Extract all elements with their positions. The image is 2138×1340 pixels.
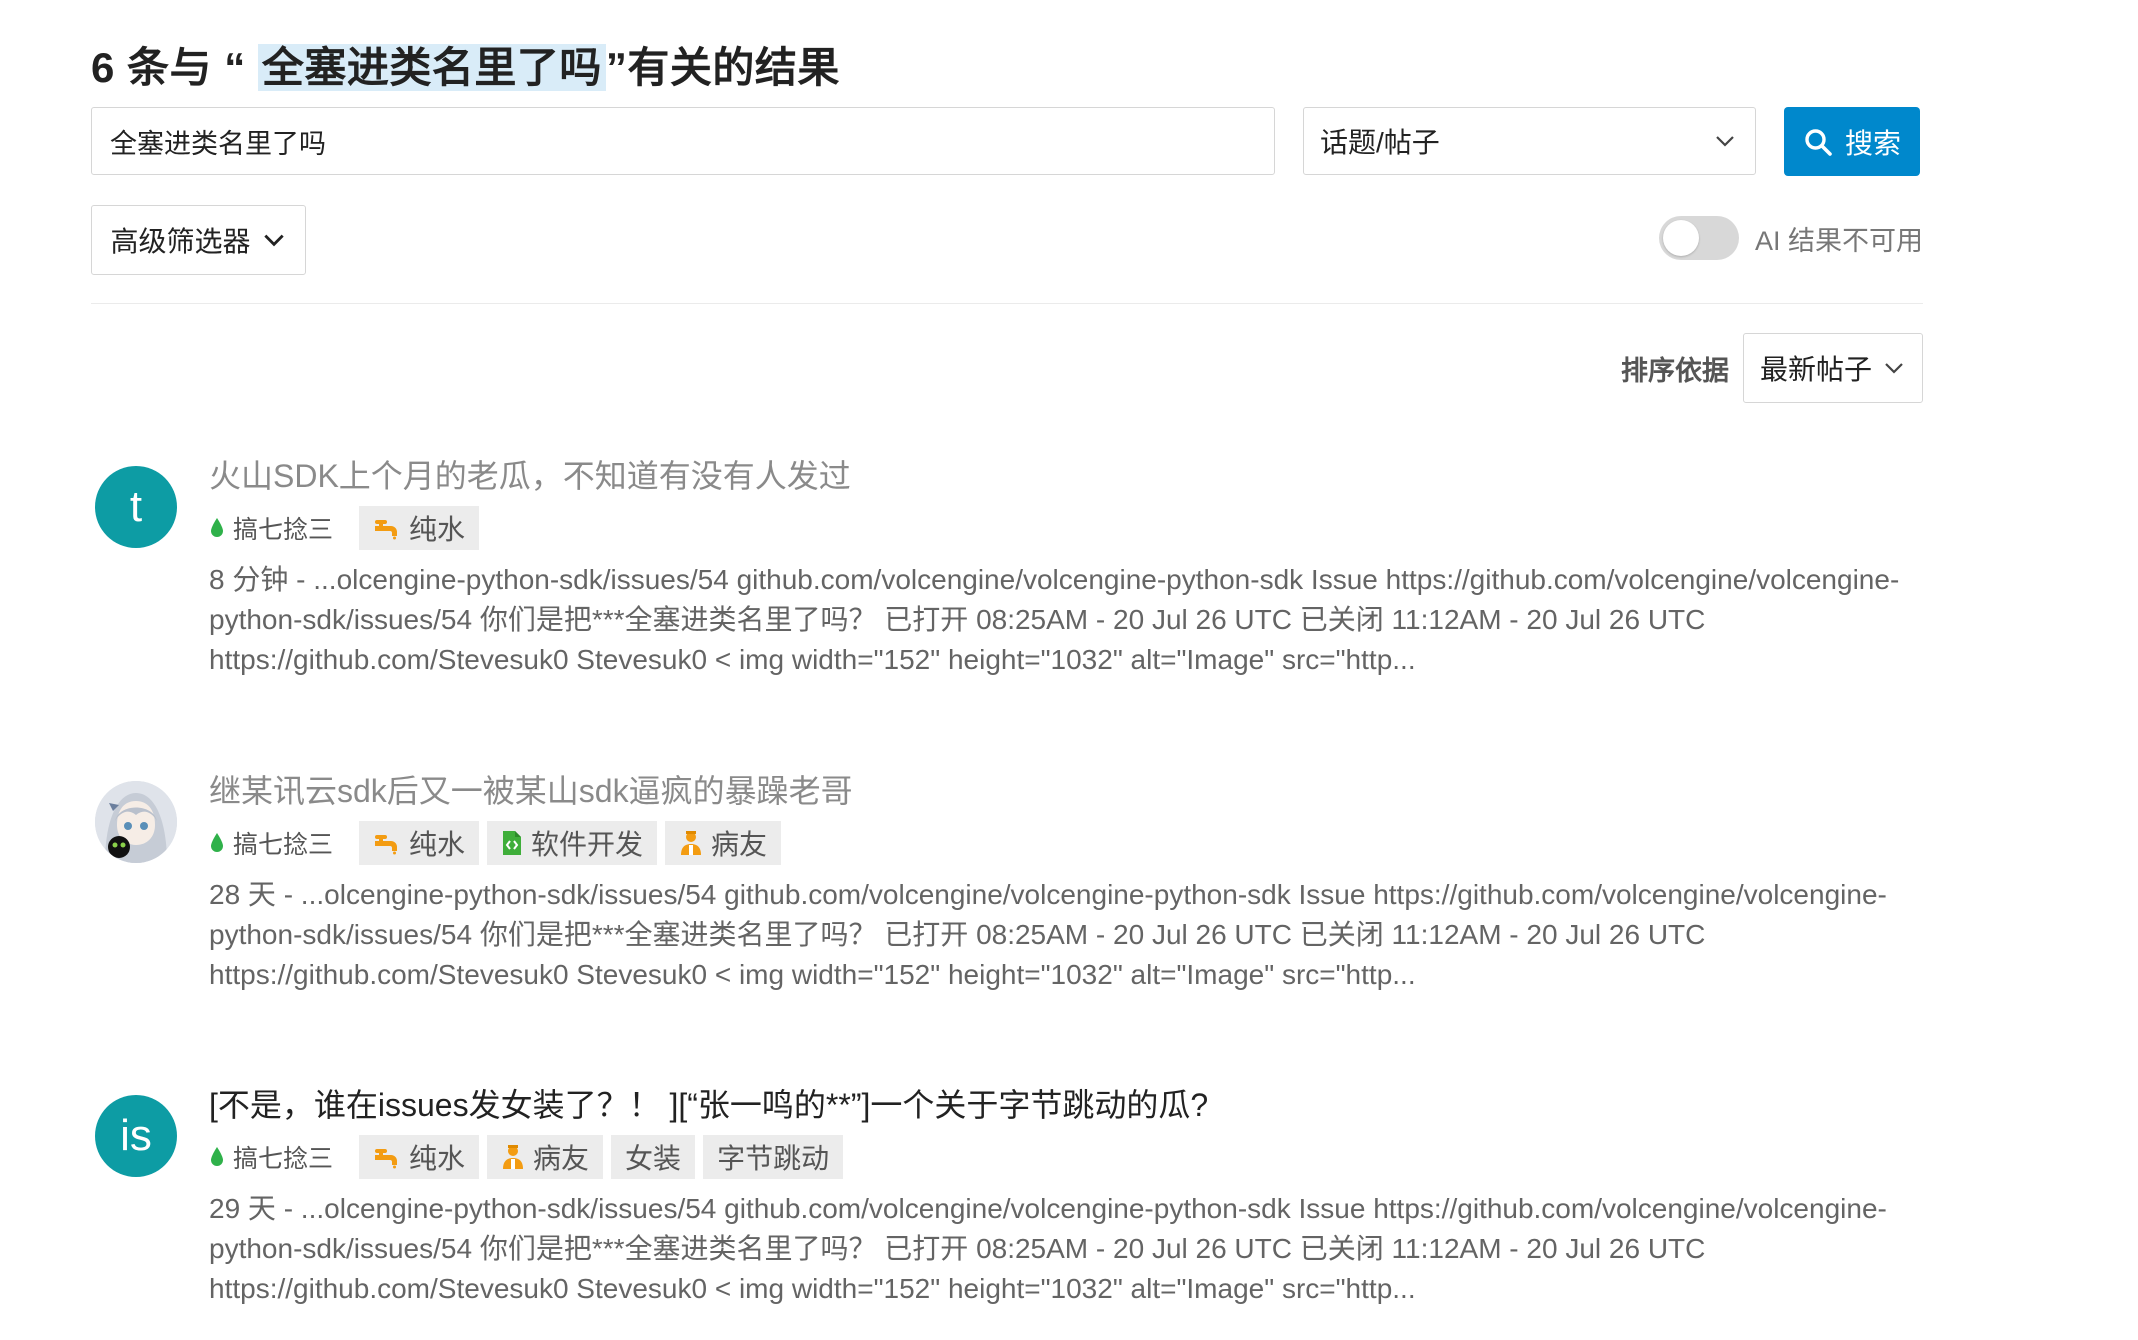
ai-results-label: AI 结果不可用 [1754, 225, 1923, 256]
code-file-icon [503, 831, 522, 855]
result-tags: 搞七捻三 纯水 病友 女装 字节跳动 [209, 1135, 1923, 1179]
result-body: 火山SDK上个月的老瓜，不知道有没有人发过 搞七捻三 纯水 8 分钟 - ...… [209, 456, 1923, 680]
search-button-label: 搜索 [1844, 127, 1901, 159]
result-blurb: 8 分钟 - ...olcengine-python-sdk/issues/54… [209, 564, 1900, 675]
result-body: 继某讯云sdk后又一被某山sdk逼疯的暴躁老哥 搞七捻三 纯水 软件开发 病友 [209, 771, 1923, 995]
advanced-filter-label: 高级筛选器 [110, 226, 251, 257]
tag-label: 女装 [625, 1143, 682, 1174]
search-button[interactable]: 搜索 [1784, 107, 1920, 176]
avatar[interactable] [95, 781, 177, 863]
tag-label: 病友 [711, 829, 768, 860]
avatar[interactable]: is [95, 1095, 177, 1177]
result-blurb: 28 天 - ...olcengine-python-sdk/issues/54… [209, 879, 1887, 990]
faucet-icon [375, 520, 398, 540]
category-drop-icon [211, 518, 223, 537]
result-body: [不是，谁在issues发女装了？！ ][“张一鸣的**”]一个关于字节跳动的瓜… [209, 1085, 1923, 1309]
person-icon [503, 1145, 524, 1169]
tag-chip[interactable]: 纯水 [359, 506, 480, 550]
tag-label: 纯水 [409, 514, 466, 545]
category-link[interactable]: 搞七捻三 [209, 510, 333, 546]
faucet-icon [375, 1149, 398, 1169]
divider [91, 303, 1923, 304]
toggle-knob [1662, 220, 1699, 256]
tag-label: 病友 [533, 1143, 590, 1174]
result-tags: 搞七捻三 纯水 软件开发 病友 [209, 821, 1923, 865]
chevron-down-icon [263, 234, 284, 247]
result-title-link[interactable]: 继某讯云sdk后又一被某山sdk逼疯的暴躁老哥 [209, 771, 1923, 811]
results-heading: 6 条与 “ 全塞进类名里了吗”有关的结果 [91, 34, 840, 95]
tag-label: 纯水 [409, 1143, 466, 1174]
category-drop-icon [211, 1147, 223, 1166]
category-label: 搞七捻三 [233, 1145, 334, 1173]
tag-chip[interactable]: 病友 [487, 1135, 604, 1179]
tag-label: 纯水 [409, 829, 466, 860]
sort-group: 排序依据 最新帖子 [1621, 333, 1923, 403]
avatar[interactable]: t [95, 466, 177, 548]
avatar-letter: t [129, 482, 143, 531]
anime-avatar-image [95, 781, 177, 863]
ai-results-toggle-group: AI 结果不可用 [1658, 216, 1923, 260]
tag-chip[interactable]: 字节跳动 [703, 1135, 844, 1179]
sort-label: 排序依据 [1621, 355, 1729, 386]
tag-chip[interactable]: 纯水 [359, 821, 480, 865]
search-icon [1805, 128, 1832, 156]
category-label: 搞七捻三 [233, 516, 334, 544]
chevron-down-icon [1716, 136, 1734, 147]
category-label: 搞七捻三 [233, 831, 334, 859]
sort-select[interactable]: 最新帖子 [1743, 333, 1923, 403]
avatar-letter: is [120, 1111, 152, 1160]
sort-selected: 最新帖子 [1760, 354, 1873, 385]
tag-chip[interactable]: 女装 [611, 1135, 696, 1179]
ai-results-toggle[interactable] [1658, 216, 1739, 260]
advanced-filter-button[interactable]: 高级筛选器 [91, 205, 306, 275]
search-type-select[interactable]: 话题/帖子 [1303, 107, 1756, 175]
tag-label: 字节跳动 [717, 1143, 830, 1174]
tag-label: 软件开发 [531, 829, 644, 860]
category-drop-icon [211, 833, 223, 852]
search-type-selected: 话题/帖子 [1320, 127, 1440, 158]
tag-chip[interactable]: 纯水 [359, 1135, 480, 1179]
result-title-link[interactable]: 火山SDK上个月的老瓜，不知道有没有人发过 [209, 456, 1923, 496]
category-link[interactable]: 搞七捻三 [209, 1139, 333, 1175]
results-count-prefix: 6 条与 “ [91, 44, 258, 91]
category-link[interactable]: 搞七捻三 [209, 825, 333, 861]
tag-chip[interactable]: 病友 [665, 821, 782, 865]
result-tags: 搞七捻三 纯水 [209, 506, 1923, 550]
result-title-link[interactable]: [不是，谁在issues发女装了？！ ][“张一鸣的**”]一个关于字节跳动的瓜… [209, 1085, 1923, 1125]
search-input[interactable] [91, 107, 1275, 175]
results-count-suffix: ”有关的结果 [605, 44, 840, 91]
chevron-down-icon [1885, 363, 1903, 374]
query-highlight: 全塞进类名里了吗 [257, 44, 606, 91]
person-icon [681, 831, 702, 855]
tag-chip[interactable]: 软件开发 [487, 821, 658, 865]
faucet-icon [375, 835, 398, 855]
result-blurb: 29 天 - ...olcengine-python-sdk/issues/54… [209, 1193, 1887, 1304]
